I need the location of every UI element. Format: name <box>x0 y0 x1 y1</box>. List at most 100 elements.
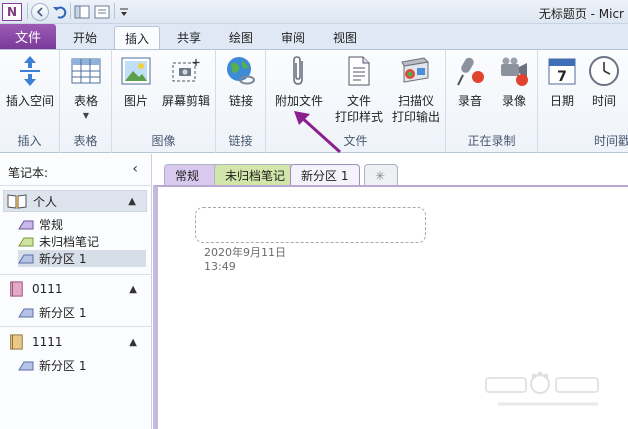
table-icon <box>70 55 102 87</box>
insert-space-button[interactable]: 插入空间 <box>0 55 60 109</box>
expand-collapse-icon[interactable]: ▲ <box>129 284 137 295</box>
section-icon <box>18 308 34 317</box>
section-icon <box>18 237 34 246</box>
scanner-printout-button[interactable]: 扫描仪 打印输出 <box>388 55 444 125</box>
group-label-images: 图像 <box>151 134 176 148</box>
group-recording: 录音 录像 正在录制 <box>446 50 538 153</box>
dock-icon[interactable] <box>94 3 110 21</box>
tab-insert[interactable]: 插入 <box>114 26 160 50</box>
ribbon-tab-bar: 文件 开始 插入 共享 绘图 审阅 视图 <box>0 24 628 50</box>
window-title: 无标题页 - Micr <box>538 7 624 21</box>
group-timestamp: 7 日期 时间 时间戳 <box>538 50 628 153</box>
customize-icon[interactable] <box>119 3 129 21</box>
notebook-pane-header: 笔记本: ‹ <box>0 154 152 186</box>
section-name: 常规 <box>39 218 64 232</box>
onenote-logo-icon[interactable]: N <box>2 3 22 21</box>
section-item-new-1[interactable]: 新分区 1 <box>18 250 146 267</box>
section-tab-bar: 常规 未归档笔记 新分区 1 ✳ <box>152 154 628 186</box>
notebook-pane-title: 笔记本: <box>8 166 49 180</box>
divider <box>0 326 152 327</box>
file-printout-icon <box>343 55 375 87</box>
notebook-closed-icon <box>10 334 23 350</box>
link-button[interactable]: 链接 <box>216 55 266 109</box>
expand-collapse-icon[interactable]: ▲ <box>128 196 136 207</box>
tab-draw[interactable]: 绘图 <box>220 26 262 49</box>
group-insert: 插入空间 插入 <box>0 50 60 153</box>
back-icon[interactable] <box>31 3 49 21</box>
screen-clipping-label: 屏幕剪辑 <box>161 94 210 108</box>
section-name: 未归档笔记 <box>39 235 100 249</box>
section-name: 新分区 1 <box>39 359 87 373</box>
section-icon <box>18 220 34 229</box>
screen-clipping-icon <box>170 55 202 87</box>
picture-button[interactable]: 图片 <box>116 55 156 109</box>
group-label-recording: 正在录制 <box>467 134 516 148</box>
picture-label: 图片 <box>123 94 148 108</box>
record-audio-label: 录音 <box>457 94 482 108</box>
section-item-unfiled[interactable]: 未归档笔记 <box>18 233 146 250</box>
tab-share[interactable]: 共享 <box>168 26 210 49</box>
calendar-icon: 7 <box>546 55 578 87</box>
time-label: 时间 <box>591 94 616 108</box>
record-video-label: 录像 <box>501 94 526 108</box>
group-label-links: 链接 <box>228 134 253 148</box>
table-label: 表格 <box>73 94 98 108</box>
tab-view[interactable]: 视图 <box>324 26 366 49</box>
paperclip-icon <box>283 55 315 87</box>
tab-review[interactable]: 审阅 <box>272 26 314 49</box>
screen-clipping-button[interactable]: 屏幕剪辑 <box>158 55 214 109</box>
date-label: 日期 <box>549 94 574 108</box>
page-time: 13:49 <box>204 260 236 273</box>
notebook-name: 0111 <box>32 282 63 296</box>
group-images: 图片 屏幕剪辑 图像 <box>112 50 216 153</box>
annotation-arrow-icon <box>294 111 342 154</box>
scanner-printout-icon <box>400 55 432 87</box>
section-name: 新分区 1 <box>39 252 87 266</box>
scanner-printout-label: 扫描仪 打印输出 <box>391 94 440 124</box>
toolbar-separator <box>114 3 115 19</box>
table-dropdown-icon[interactable]: ▼ <box>83 111 89 120</box>
notebook-pane: 笔记本: ‹ 个人 ▲ 常规 未归档笔记 新分区 1 0111 ▲ 新分区 1 … <box>0 154 152 429</box>
time-button[interactable]: 时间 <box>584 55 624 109</box>
notebook-item-personal[interactable]: 个人 ▲ <box>3 190 147 212</box>
link-label: 链接 <box>228 94 253 108</box>
section-icon <box>18 254 34 263</box>
record-audio-button[interactable]: 录音 <box>448 55 492 109</box>
picture-icon <box>120 55 152 87</box>
tab-file[interactable]: 文件 <box>0 24 56 49</box>
toolbar-separator <box>27 3 28 19</box>
date-button[interactable]: 7 日期 <box>542 55 582 109</box>
table-button[interactable]: 表格 ▼ <box>60 55 112 120</box>
notebook-item-1111[interactable]: 1111 ▲ <box>3 331 147 353</box>
group-links: 链接 链接 <box>216 50 266 153</box>
section-item-0111-new-1[interactable]: 新分区 1 <box>18 304 146 321</box>
attach-file-button[interactable]: 附加文件 <box>270 55 328 109</box>
record-video-icon <box>498 55 530 87</box>
notebook-name: 1111 <box>32 335 63 349</box>
link-globe-icon <box>225 55 257 87</box>
record-video-button[interactable]: 录像 <box>492 55 536 109</box>
undo-icon[interactable] <box>52 3 68 21</box>
collapse-pane-icon[interactable]: ‹ <box>132 161 138 177</box>
insert-space-label: 插入空间 <box>5 94 54 108</box>
notebook-open-icon <box>7 194 27 209</box>
notebook-closed-icon <box>10 281 23 297</box>
divider <box>0 274 152 275</box>
page-title-field[interactable] <box>195 207 426 243</box>
section-item-1111-new-1[interactable]: 新分区 1 <box>18 357 146 374</box>
notebook-name: 个人 <box>33 194 58 209</box>
notebook-item-0111[interactable]: 0111 ▲ <box>3 278 147 300</box>
clock-icon <box>588 55 620 87</box>
view-icon[interactable] <box>74 3 90 21</box>
expand-collapse-icon[interactable]: ▲ <box>129 337 137 348</box>
tab-home[interactable]: 开始 <box>64 26 106 49</box>
new-section-tab[interactable]: ✳ <box>364 164 398 186</box>
group-label-insert: 插入 <box>17 134 42 148</box>
attach-file-label: 附加文件 <box>274 94 323 108</box>
section-tab-new-1[interactable]: 新分区 1 <box>290 164 360 186</box>
group-table: 表格 ▼ 表格 <box>60 50 112 153</box>
svg-text:7: 7 <box>557 69 567 85</box>
section-item-general[interactable]: 常规 <box>18 216 146 233</box>
insert-space-icon <box>14 55 46 87</box>
section-tab-unfiled[interactable]: 未归档笔记 <box>214 164 294 186</box>
